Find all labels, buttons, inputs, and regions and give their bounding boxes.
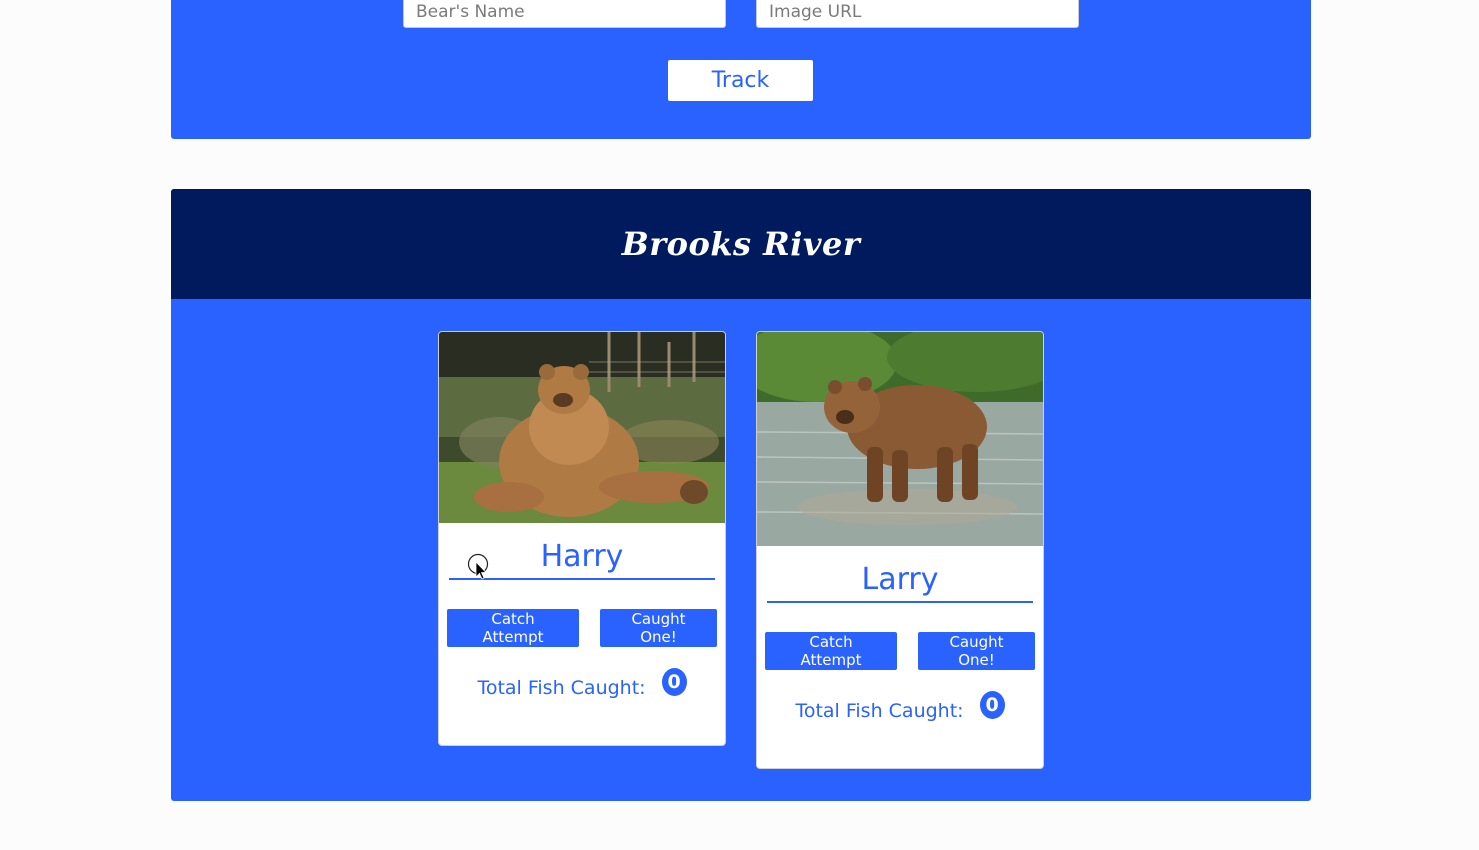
- river-title: Brooks River: [621, 225, 861, 263]
- bear-photo: [757, 332, 1043, 546]
- bear-name: Larry: [767, 558, 1033, 603]
- caught-one-button[interactable]: Caught One!: [918, 632, 1035, 670]
- add-bear-form: Track: [171, 0, 1311, 139]
- fish-total-label: Total Fish Caught:: [795, 700, 964, 722]
- catch-attempt-button[interactable]: Catch Attempt: [447, 609, 579, 647]
- image-url-input[interactable]: [756, 0, 1079, 28]
- bear-card-larry: Larry Catch Attempt Caught One! Total Fi…: [756, 331, 1044, 769]
- fish-count-badge: 0: [979, 691, 1005, 719]
- fish-count-badge: 0: [661, 668, 687, 696]
- fish-total: Total Fish Caught: 0: [757, 691, 1043, 722]
- river-header: Brooks River: [171, 189, 1311, 299]
- bear-name: Harry: [449, 535, 715, 580]
- bear-card-harry: Harry Catch Attempt Caught One! Total Fi…: [438, 331, 726, 746]
- bear-river-image: [757, 332, 1043, 546]
- catch-attempt-button[interactable]: Catch Attempt: [765, 632, 897, 670]
- card-actions: Catch Attempt Caught One!: [757, 632, 1043, 670]
- fish-total: Total Fish Caught: 0: [439, 668, 725, 699]
- fish-total-label: Total Fish Caught:: [477, 677, 646, 699]
- bear-photo: [439, 332, 725, 523]
- card-actions: Catch Attempt Caught One!: [439, 609, 725, 647]
- track-button[interactable]: Track: [668, 60, 813, 101]
- bear-name-input[interactable]: [403, 0, 726, 28]
- bear-sitting-image: [439, 332, 725, 523]
- caught-one-button[interactable]: Caught One!: [600, 609, 717, 647]
- river-section: Brooks River Harry Catch Attempt Caught …: [171, 189, 1311, 801]
